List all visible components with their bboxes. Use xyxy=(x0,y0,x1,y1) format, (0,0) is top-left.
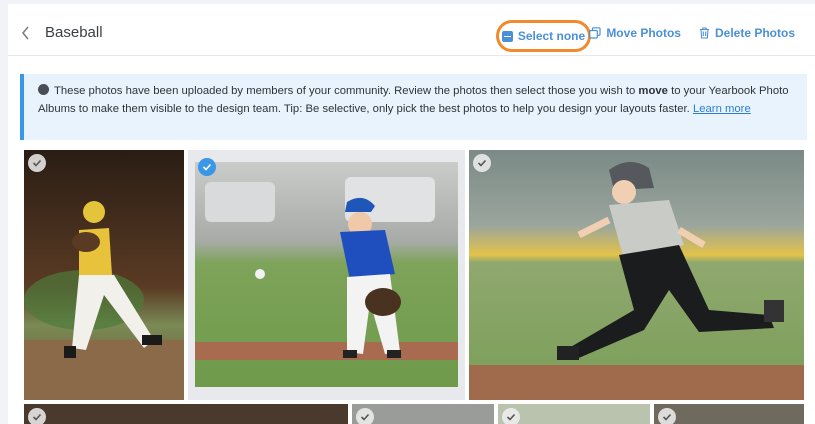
delete-photos-button[interactable]: Delete Photos xyxy=(699,26,795,40)
move-photos-button[interactable]: Move Photos xyxy=(589,26,681,40)
photo-runner xyxy=(469,150,804,400)
photo-tile[interactable] xyxy=(469,150,804,400)
trash-icon xyxy=(699,27,709,39)
delete-photos-label: Delete Photos xyxy=(714,26,795,40)
learn-more-link[interactable]: Learn more xyxy=(693,103,751,115)
back-chevron-icon[interactable] xyxy=(20,25,32,41)
album-card: Baseball Select none Move Photos Delete … xyxy=(8,4,815,424)
photo-select-checkbox-checked[interactable] xyxy=(198,158,216,176)
photo-select-checkbox[interactable] xyxy=(28,154,46,172)
photo-select-checkbox[interactable] xyxy=(658,408,676,424)
checkmark-icon xyxy=(32,159,42,167)
photo-select-checkbox[interactable] xyxy=(473,154,491,172)
photo-select-checkbox[interactable] xyxy=(356,408,374,424)
checkmark-icon xyxy=(506,413,516,421)
album-title: Baseball xyxy=(45,24,103,41)
photo-select-checkbox[interactable] xyxy=(28,408,46,424)
checkmark-icon xyxy=(662,413,672,421)
photo-tile[interactable] xyxy=(498,404,650,424)
photo-tile[interactable] xyxy=(654,404,804,424)
notice-bold-move: move xyxy=(638,85,668,97)
photo-select-checkbox[interactable] xyxy=(502,408,520,424)
info-notice: These photos have been uploaded by membe… xyxy=(20,74,807,140)
photo-pitcher xyxy=(24,150,184,400)
checkmark-icon xyxy=(477,159,487,167)
photo-fielder xyxy=(195,162,458,387)
photo-tile[interactable] xyxy=(24,404,348,424)
move-photos-label: Move Photos xyxy=(606,26,681,40)
info-globe-icon xyxy=(38,84,49,95)
checkmark-icon xyxy=(32,413,42,421)
checkmark-icon xyxy=(202,163,212,171)
photo-tile[interactable] xyxy=(352,404,494,424)
minus-square-icon xyxy=(501,30,513,42)
copy-icon xyxy=(589,27,601,39)
checkmark-icon xyxy=(360,413,370,421)
photo-tile-selected[interactable] xyxy=(188,150,465,400)
photo-tile[interactable] xyxy=(24,150,184,400)
album-header: Baseball Select none Move Photos Delete … xyxy=(8,4,815,56)
notice-text-1: These photos have been uploaded by membe… xyxy=(54,85,639,97)
